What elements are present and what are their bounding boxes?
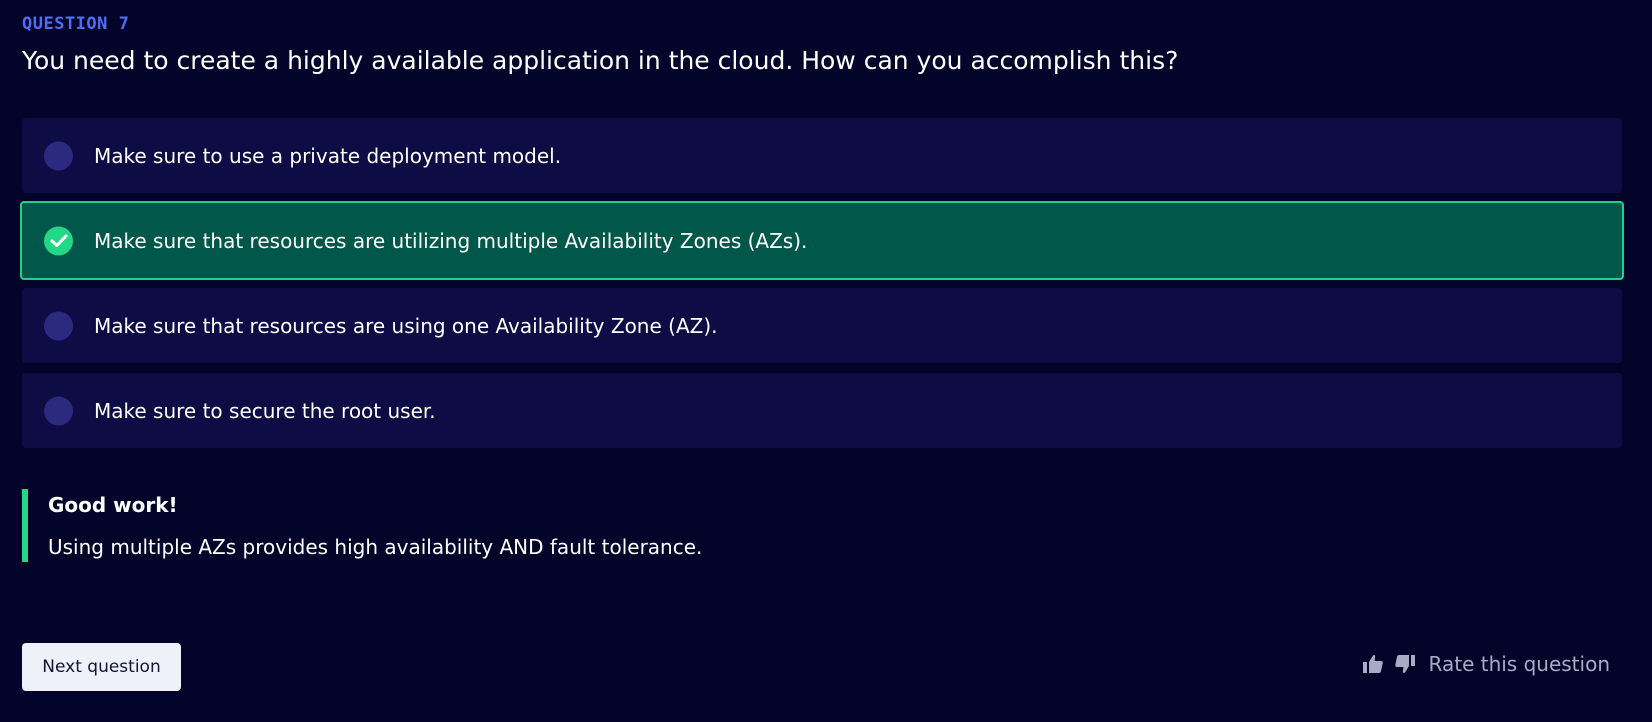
feedback-panel: Good work! Using multiple AZs provides h… — [22, 489, 1022, 562]
answer-option-label: Make sure that resources are utilizing m… — [94, 228, 808, 253]
rate-question-label[interactable]: Rate this question — [1429, 652, 1610, 676]
answer-option-1[interactable]: Make sure to use a private deployment mo… — [22, 118, 1622, 193]
question-text: You need to create a highly available ap… — [22, 46, 1179, 75]
answer-option-label: Make sure that resources are using one A… — [94, 313, 718, 338]
answer-option-2[interactable]: Make sure that resources are utilizing m… — [20, 201, 1624, 280]
answer-option-label: Make sure to use a private deployment mo… — [94, 143, 562, 168]
question-label: QUESTION 7 — [22, 14, 130, 34]
answer-option-label: Make sure to secure the root user. — [94, 398, 436, 423]
rate-question: Rate this question — [1361, 652, 1610, 676]
thumbs-down-icon[interactable] — [1393, 652, 1417, 676]
answer-option-4[interactable]: Make sure to secure the root user. — [22, 373, 1622, 448]
thumbs-up-icon[interactable] — [1361, 652, 1385, 676]
checkmark-icon — [50, 234, 67, 247]
radio-empty-icon[interactable] — [44, 311, 73, 340]
check-circle-icon[interactable] — [44, 226, 73, 255]
answer-options: Make sure to use a private deployment mo… — [20, 118, 1624, 458]
radio-empty-icon[interactable] — [44, 141, 73, 170]
answer-option-3[interactable]: Make sure that resources are using one A… — [22, 288, 1622, 363]
feedback-body: Using multiple AZs provides high availab… — [48, 535, 703, 559]
radio-empty-icon[interactable] — [44, 396, 73, 425]
feedback-title: Good work! — [48, 493, 178, 517]
next-question-button[interactable]: Next question — [22, 643, 181, 691]
